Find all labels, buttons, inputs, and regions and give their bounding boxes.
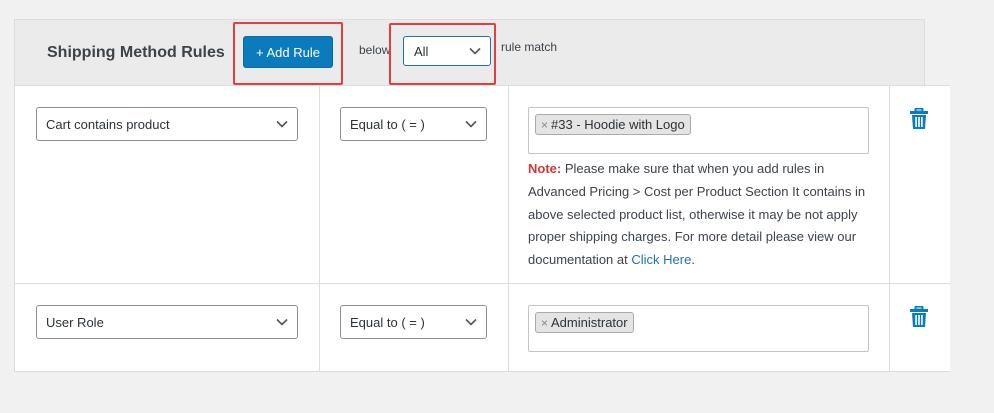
rules-header: Shipping Method Rules + Add Rule below A… bbox=[14, 19, 925, 85]
close-icon[interactable]: × bbox=[541, 316, 548, 330]
close-icon[interactable]: × bbox=[541, 118, 548, 132]
note-label: Note: bbox=[528, 161, 562, 176]
selected-tag: × #33 - Hoodie with Logo bbox=[535, 114, 691, 135]
chevron-down-icon bbox=[276, 318, 288, 326]
trash-icon[interactable] bbox=[909, 108, 929, 130]
operator-value: Equal to ( = ) bbox=[350, 314, 425, 330]
operator-select[interactable]: Equal to ( = ) bbox=[340, 305, 487, 339]
condition-select[interactable]: User Role bbox=[36, 305, 298, 339]
operator-select[interactable]: Equal to ( = ) bbox=[340, 107, 487, 141]
tag-label: #33 - Hoodie with Logo bbox=[551, 117, 685, 132]
product-multiselect[interactable]: × #33 - Hoodie with Logo bbox=[528, 107, 869, 154]
documentation-link[interactable]: Click Here bbox=[631, 252, 691, 267]
selected-tag: × Administrator bbox=[535, 312, 634, 333]
below-label: below bbox=[359, 43, 391, 57]
rule-match-select[interactable]: All bbox=[403, 36, 491, 66]
rule-match-label: rule match bbox=[501, 40, 558, 54]
note-body: Please make sure that when you add rules… bbox=[528, 161, 866, 268]
note-end: . bbox=[691, 252, 695, 268]
chevron-down-icon bbox=[465, 120, 477, 128]
tag-label: Administrator bbox=[551, 315, 628, 330]
rule-row: User Role Equal to ( = ) × Administrator bbox=[15, 284, 951, 372]
chevron-down-icon bbox=[469, 47, 481, 55]
operator-value: Equal to ( = ) bbox=[350, 116, 425, 132]
chevron-down-icon bbox=[276, 120, 288, 128]
chevron-down-icon bbox=[465, 318, 477, 326]
condition-select[interactable]: Cart contains product bbox=[36, 107, 298, 141]
trash-icon[interactable] bbox=[909, 306, 929, 328]
role-multiselect[interactable]: × Administrator bbox=[528, 305, 869, 352]
condition-value: Cart contains product bbox=[46, 116, 170, 132]
condition-value: User Role bbox=[46, 314, 104, 330]
rule-match-value: All bbox=[414, 43, 429, 59]
rules-table: Cart contains product Equal to ( = ) × #… bbox=[14, 85, 951, 372]
section-title: Shipping Method Rules bbox=[47, 44, 225, 61]
add-rule-button[interactable]: + Add Rule bbox=[243, 36, 333, 68]
note-text: Note: Please make sure that when you add… bbox=[528, 158, 868, 272]
rule-row: Cart contains product Equal to ( = ) × #… bbox=[15, 86, 951, 284]
